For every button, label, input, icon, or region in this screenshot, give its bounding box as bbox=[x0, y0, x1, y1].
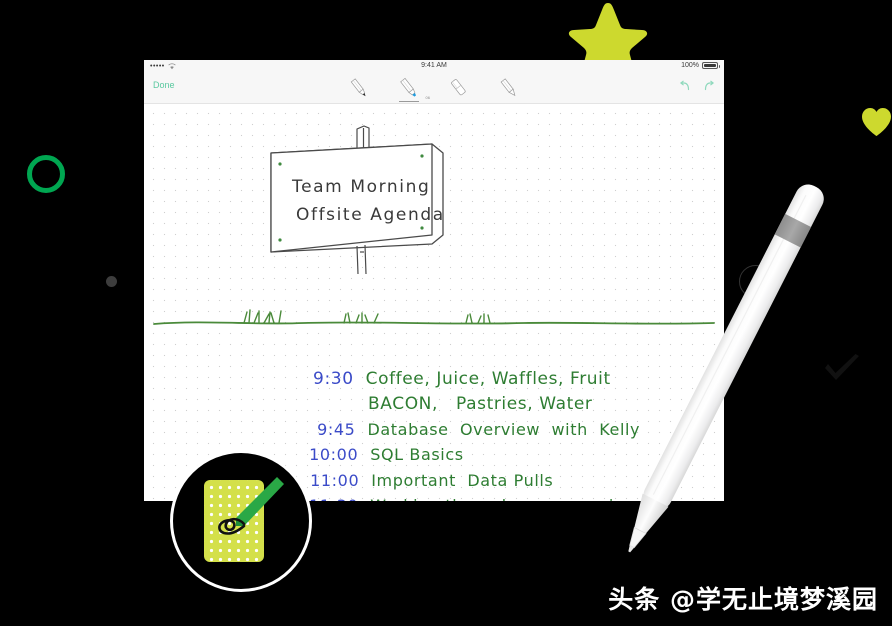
pencil-tool[interactable] bbox=[496, 75, 522, 101]
notes-app-icon bbox=[204, 477, 284, 562]
status-bar-right: 100% bbox=[681, 62, 720, 69]
notes-app-badge bbox=[170, 450, 312, 592]
status-bar: ••••• 9:41 AM 100% bbox=[144, 60, 724, 73]
pen-tool[interactable] bbox=[346, 75, 372, 101]
dot-icon bbox=[106, 276, 117, 287]
circle-outline-icon bbox=[27, 155, 65, 193]
agenda-row-5: 11:30 Working through some queries bbox=[275, 477, 633, 501]
history-cluster bbox=[679, 80, 715, 92]
marker-size-label: 06 bbox=[425, 95, 430, 100]
sign-title-line-1: Team Morning bbox=[291, 177, 430, 197]
watermark-text: 头条 @学无止境梦溪园 bbox=[608, 585, 878, 614]
sign-title-line-2: Offsite Agenda bbox=[296, 205, 445, 225]
redo-icon[interactable] bbox=[703, 80, 715, 92]
status-bar-time: 9:41 AM bbox=[421, 62, 447, 69]
battery-percent-label: 100% bbox=[681, 62, 699, 69]
agenda-text-5: Working through some queries bbox=[370, 496, 633, 501]
heart-icon bbox=[862, 108, 891, 136]
agenda-time-5: 11:30 bbox=[309, 496, 358, 501]
ground-and-grass-drawing bbox=[153, 309, 715, 325]
marker-tool[interactable]: 06 bbox=[396, 75, 430, 102]
faint-circle-outline-icon bbox=[739, 265, 772, 298]
undo-icon[interactable] bbox=[679, 80, 691, 92]
ipad-device: ••••• 9:41 AM 100% Done 06 Team Morning … bbox=[144, 60, 724, 501]
drawing-toolbar: Done 06 bbox=[144, 73, 724, 104]
check-mark-icon bbox=[825, 354, 859, 380]
eraser-tool[interactable] bbox=[446, 75, 472, 101]
sign-board-drawing bbox=[270, 143, 444, 253]
tool-cluster: 06 bbox=[144, 75, 724, 102]
note-canvas[interactable]: Team Morning Offsite Agenda 9:30 Coffee, … bbox=[144, 104, 724, 501]
sign-legs-drawing bbox=[356, 244, 367, 275]
battery-full-icon bbox=[702, 62, 720, 69]
